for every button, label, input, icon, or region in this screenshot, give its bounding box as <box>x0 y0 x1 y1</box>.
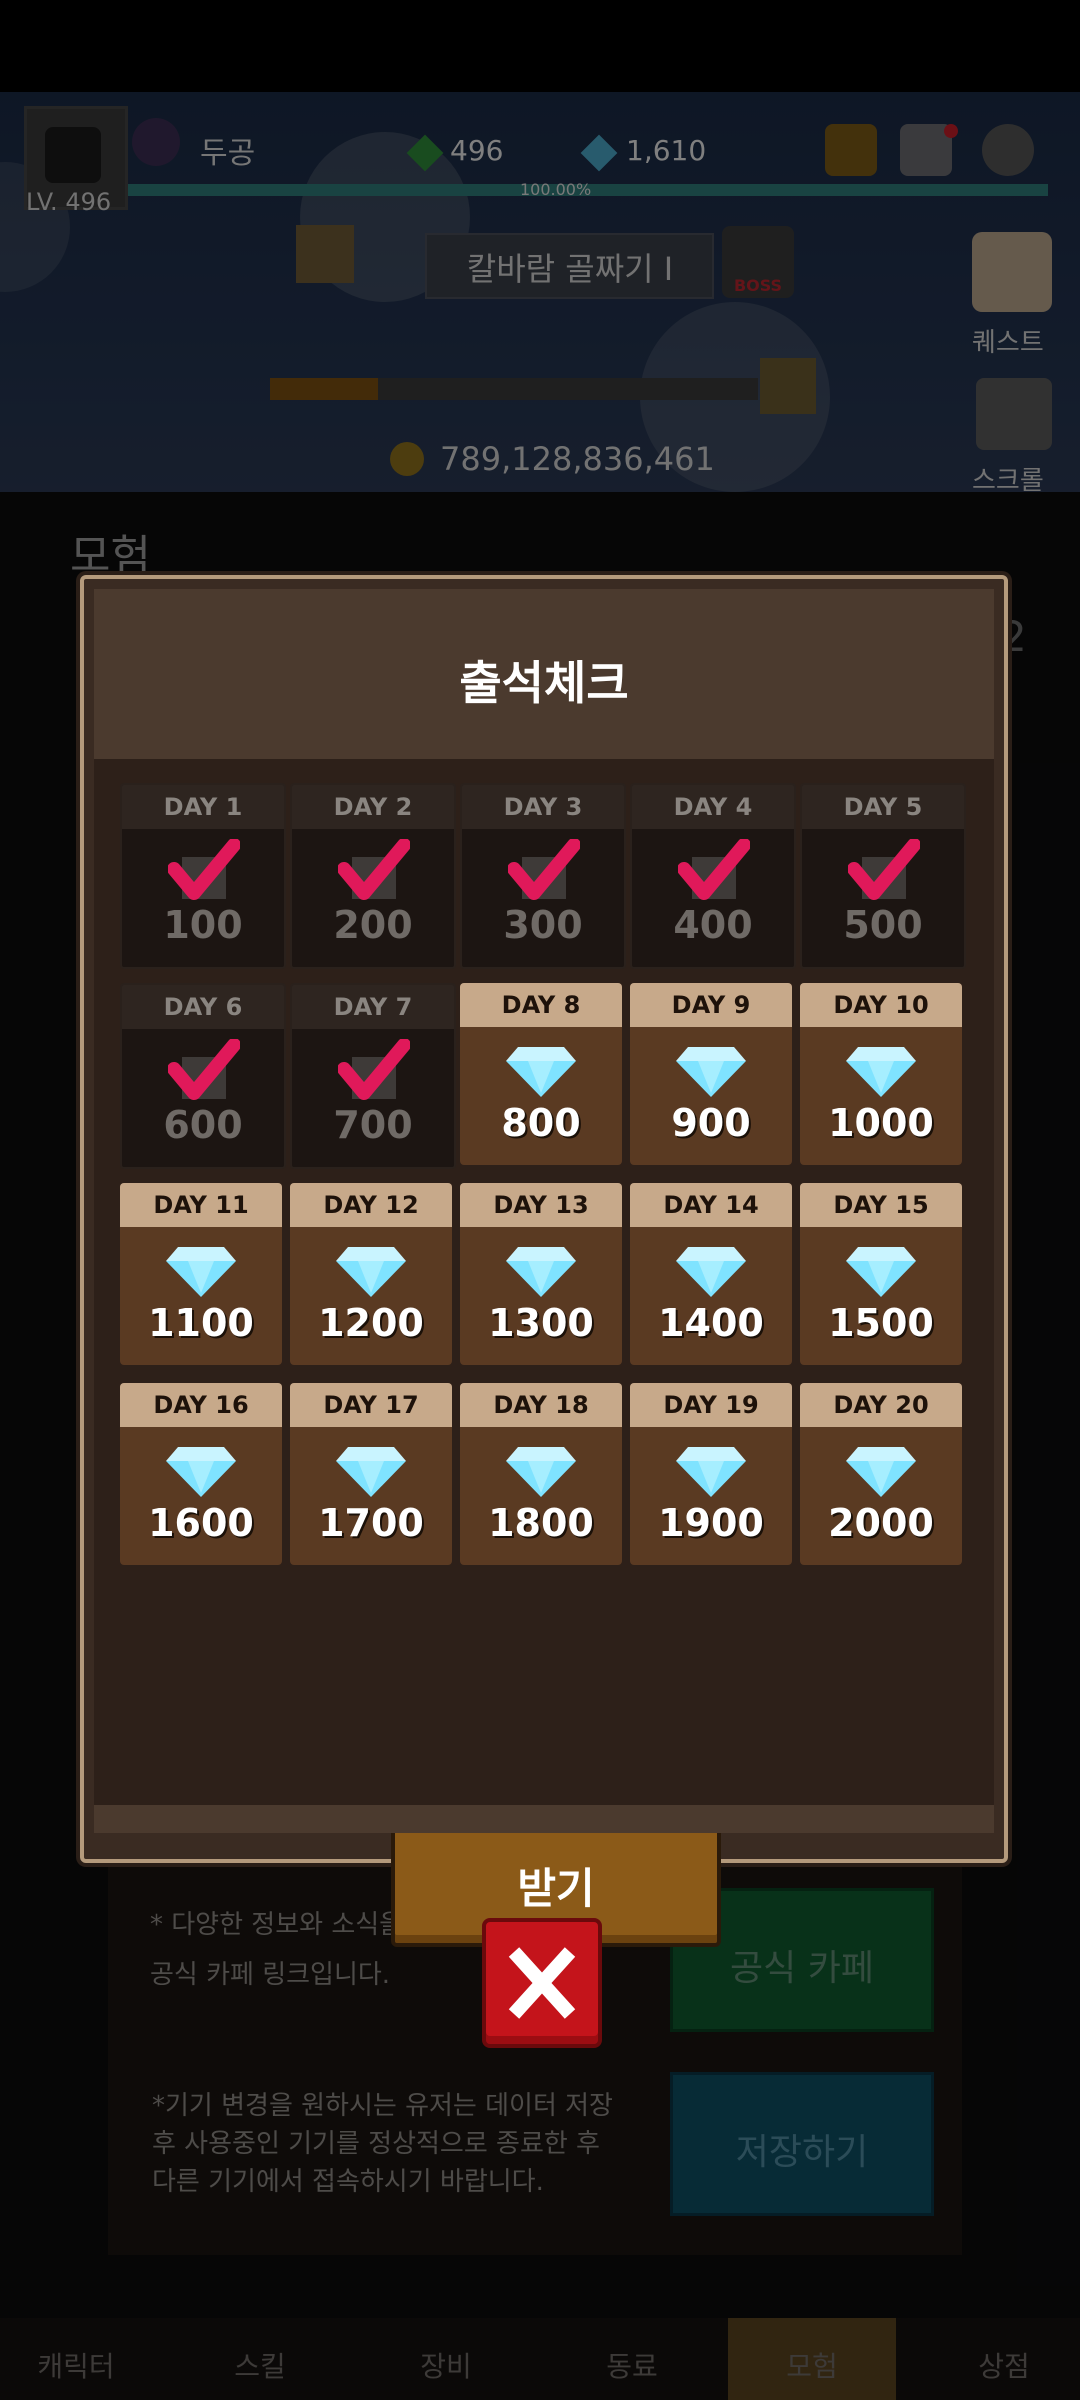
diamond-icon <box>846 1247 916 1297</box>
attendance-day-cell: DAY 4 400 <box>630 783 796 969</box>
diamond-icon <box>336 1447 406 1497</box>
attendance-modal: 출석체크 DAY 1 100 DAY 2 200 DAY 3 300 DAY 4 400 DAY… <box>80 575 1008 1947</box>
reward-amount: 300 <box>503 903 583 947</box>
reward-amount: 1500 <box>828 1301 934 1345</box>
diamond-icon <box>166 1247 236 1297</box>
day-label: DAY 19 <box>630 1383 792 1427</box>
diamond-icon <box>676 1247 746 1297</box>
day-label: DAY 11 <box>120 1183 282 1227</box>
attendance-day-cell: DAY 1 100 <box>120 783 286 969</box>
day-label: DAY 5 <box>802 785 964 829</box>
reward-amount: 1700 <box>318 1501 424 1545</box>
checkmark-icon <box>338 839 410 900</box>
diamond-icon <box>506 1247 576 1297</box>
diamond-icon <box>506 1047 576 1097</box>
reward-amount: 1000 <box>828 1101 934 1145</box>
close-icon <box>508 1947 576 2019</box>
diamond-icon <box>336 1247 406 1297</box>
attendance-day-cell: DAY 6 600 <box>120 983 286 1169</box>
claim-label: 받기 <box>517 1864 595 1913</box>
day-label: DAY 18 <box>460 1383 622 1427</box>
attendance-day-cell: DAY 5 500 <box>800 783 966 969</box>
reward-amount: 1600 <box>148 1501 254 1545</box>
checkmark-icon <box>508 839 580 900</box>
reward-amount: 400 <box>673 903 753 947</box>
diamond-icon <box>506 1447 576 1497</box>
modal-title: 출석체크 <box>459 656 629 710</box>
day-label: DAY 16 <box>120 1383 282 1427</box>
attendance-day-cell: DAY 19 1900 <box>630 1383 792 1565</box>
reward-amount: 100 <box>163 903 243 947</box>
checkmark-icon <box>168 839 240 900</box>
diamond-icon <box>846 1047 916 1097</box>
attendance-day-cell: DAY 13 1300 <box>460 1183 622 1365</box>
modal-header: 출석체크 <box>94 589 994 759</box>
attendance-day-cell: DAY 17 1700 <box>290 1383 452 1565</box>
reward-amount: 500 <box>843 903 923 947</box>
checkmark-icon <box>168 1039 240 1100</box>
attendance-day-cell: DAY 15 1500 <box>800 1183 962 1365</box>
day-label: DAY 1 <box>122 785 284 829</box>
close-button[interactable] <box>482 1918 602 2048</box>
day-label: DAY 7 <box>292 985 454 1029</box>
reward-amount: 1100 <box>148 1301 254 1345</box>
attendance-day-cell: DAY 16 1600 <box>120 1383 282 1565</box>
day-label: DAY 3 <box>462 785 624 829</box>
day-label: DAY 14 <box>630 1183 792 1227</box>
reward-amount: 900 <box>671 1101 751 1145</box>
day-label: DAY 12 <box>290 1183 452 1227</box>
diamond-icon <box>676 1447 746 1497</box>
day-label: DAY 8 <box>460 983 622 1027</box>
day-label: DAY 17 <box>290 1383 452 1427</box>
diamond-icon <box>166 1447 236 1497</box>
day-label: DAY 2 <box>292 785 454 829</box>
diamond-icon <box>676 1047 746 1097</box>
attendance-day-cell: DAY 12 1200 <box>290 1183 452 1365</box>
day-label: DAY 9 <box>630 983 792 1027</box>
reward-amount: 1900 <box>658 1501 764 1545</box>
attendance-day-cell: DAY 10 1000 <box>800 983 962 1165</box>
attendance-day-cell: DAY 3 300 <box>460 783 626 969</box>
attendance-day-cell: DAY 11 1100 <box>120 1183 282 1365</box>
attendance-day-cell: DAY 2 200 <box>290 783 456 969</box>
checkmark-icon <box>338 1039 410 1100</box>
modal-footer <box>94 1805 994 1833</box>
attendance-day-cell: DAY 7 700 <box>290 983 456 1169</box>
reward-amount: 1800 <box>488 1501 594 1545</box>
reward-amount: 1300 <box>488 1301 594 1345</box>
checkmark-icon <box>678 839 750 900</box>
reward-amount: 1200 <box>318 1301 424 1345</box>
reward-amount: 700 <box>333 1103 413 1147</box>
day-label: DAY 6 <box>122 985 284 1029</box>
day-label: DAY 10 <box>800 983 962 1027</box>
attendance-day-cell: DAY 8 800 <box>460 983 622 1165</box>
checkmark-icon <box>848 839 920 900</box>
reward-amount: 800 <box>501 1101 581 1145</box>
reward-amount: 1400 <box>658 1301 764 1345</box>
reward-amount: 600 <box>163 1103 243 1147</box>
day-label: DAY 20 <box>800 1383 962 1427</box>
diamond-icon <box>846 1447 916 1497</box>
attendance-day-cell: DAY 20 2000 <box>800 1383 962 1565</box>
attendance-day-cell: DAY 9 900 <box>630 983 792 1165</box>
reward-amount: 2000 <box>828 1501 934 1545</box>
reward-amount: 200 <box>333 903 413 947</box>
attendance-day-cell: DAY 14 1400 <box>630 1183 792 1365</box>
attendance-day-cell: DAY 18 1800 <box>460 1383 622 1565</box>
day-label: DAY 4 <box>632 785 794 829</box>
modal-body: DAY 1 100 DAY 2 200 DAY 3 300 DAY 4 400 DAY 5 500… <box>94 759 994 1947</box>
day-label: DAY 15 <box>800 1183 962 1227</box>
day-label: DAY 13 <box>460 1183 622 1227</box>
